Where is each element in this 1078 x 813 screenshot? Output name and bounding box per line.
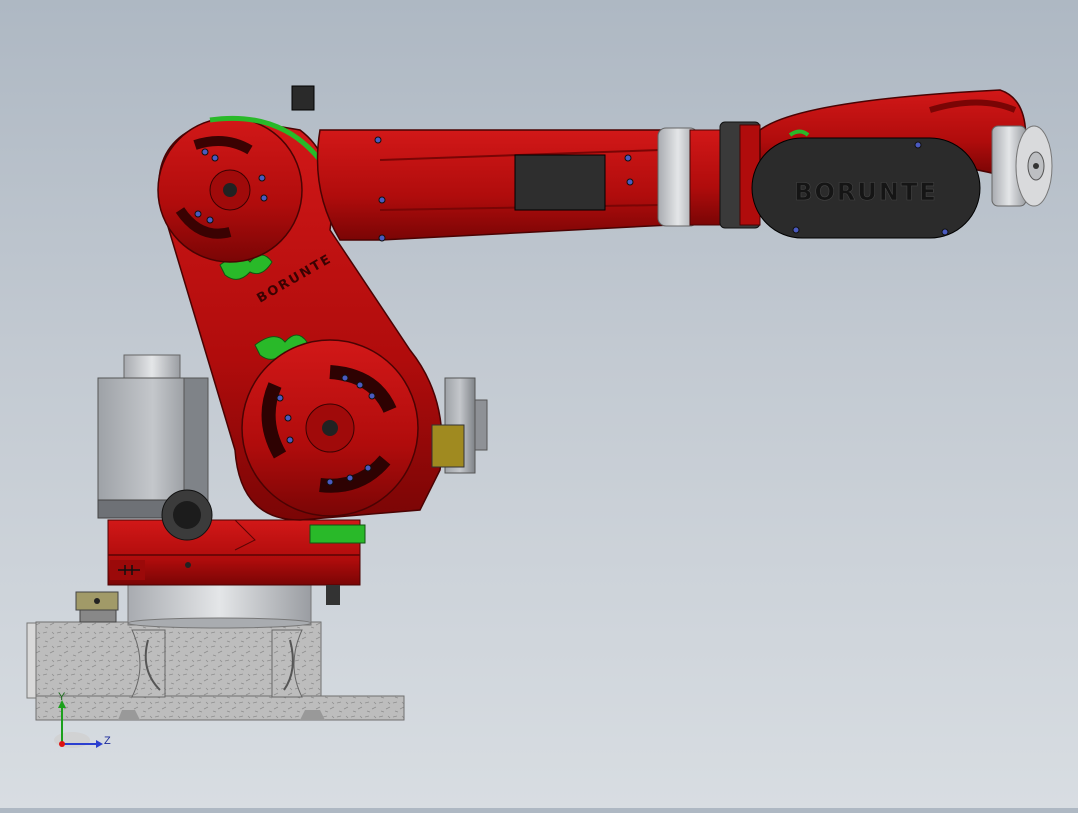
y-axis-label: Y: [58, 691, 66, 703]
elbow-housing[interactable]: [241, 339, 419, 517]
base-rotary-cylinder[interactable]: [127, 584, 312, 629]
wrist-cover-logo: BORUNTE: [794, 178, 938, 206]
wrist-motor-cover[interactable]: BORUNTE: [751, 137, 981, 239]
upper-arm[interactable]: [316, 129, 691, 242]
limit-switch-bracket[interactable]: [75, 591, 119, 623]
forearm-ring[interactable]: [657, 121, 761, 229]
z-axis-label: Z: [104, 735, 111, 747]
tool-flange[interactable]: [991, 125, 1053, 207]
upper-arm-cover-plate: [514, 154, 606, 211]
base-pedestal[interactable]: [26, 621, 405, 721]
cad-viewport[interactable]: BORUNTE BORUNTE Y Z: [0, 0, 1078, 808]
robot-model-svg[interactable]: BORUNTE BORUNTE Y Z: [0, 0, 1078, 808]
elbow-servo-motor[interactable]: [431, 377, 488, 474]
